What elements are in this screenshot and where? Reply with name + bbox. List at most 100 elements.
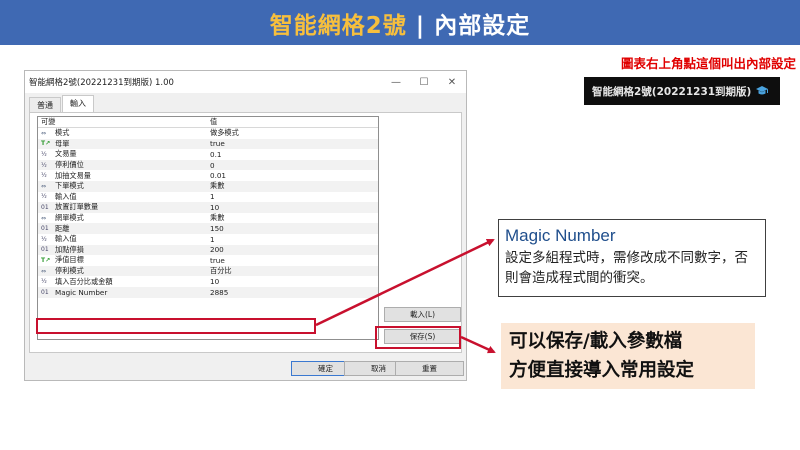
param-name: 停利價位 <box>55 160 84 170</box>
param-name: 輸入值 <box>55 191 77 201</box>
param-value[interactable]: true <box>208 256 378 265</box>
table-header: 可變 值 <box>38 117 378 128</box>
table-row[interactable]: 01 放置訂單數量 10 <box>38 202 378 213</box>
banner-title: 智能網格2號 | 內部設定 <box>270 6 530 40</box>
dialog-tabs: 普通 輸入 <box>29 95 95 113</box>
magic-number-highlight <box>36 318 316 334</box>
param-value[interactable]: true <box>208 139 378 148</box>
param-name-cell: 01 加點停損 <box>38 245 208 255</box>
table-row[interactable]: ½ 輸入值 1 <box>38 192 378 203</box>
param-value[interactable]: 乘數 <box>208 213 378 223</box>
table-row[interactable]: ⇔ 模式 做多模式 <box>38 128 378 139</box>
param-name: 淨值目標 <box>55 255 84 265</box>
table-row[interactable]: ½ 填入百分比或金額 10 <box>38 276 378 287</box>
param-type-num-icon: ½ <box>41 150 47 158</box>
close-button[interactable]: ✕ <box>438 71 466 93</box>
param-name: 停利模式 <box>55 266 84 276</box>
param-name: 模式 <box>55 128 70 138</box>
param-value[interactable]: 150 <box>208 224 378 233</box>
param-type-bool-icon: T↗ <box>41 256 51 264</box>
param-value[interactable]: 0.01 <box>208 171 378 180</box>
table-row[interactable]: ⇔ 下單模式 乘數 <box>38 180 378 192</box>
param-name-cell: ⇔ 停利模式 <box>38 266 208 276</box>
param-value[interactable]: 0.1 <box>208 150 378 159</box>
banner-title-product: 智能網格2號 <box>269 12 407 39</box>
param-type-enum-icon: ⇔ <box>41 129 47 137</box>
banner-title-section: 內部設定 <box>434 12 531 39</box>
param-type-num-icon: ½ <box>41 193 47 201</box>
param-name: Magic Number <box>55 287 108 297</box>
tab-inputs[interactable]: 輸入 <box>62 95 94 112</box>
param-value[interactable]: 0 <box>208 161 378 170</box>
param-value[interactable]: 1 <box>208 192 378 201</box>
parameters-table: 可變 值 ⇔ 模式 做多模式 T↗ 母單 true ½ 文易量 0.1 ½ 停利價位 0 ½ 加抽文易量 0… <box>37 116 379 340</box>
param-value[interactable]: 200 <box>208 245 378 254</box>
table-row[interactable]: ⇔ 停利模式 百分比 <box>38 265 378 277</box>
param-value[interactable]: 做多模式 <box>208 128 378 138</box>
param-name: 輸入值 <box>55 234 77 244</box>
table-row[interactable]: 01 Magic Number 2885 <box>38 286 378 298</box>
param-type-int-icon: 01 <box>41 288 49 296</box>
callout-line-2: 方便直接導入常用設定 <box>509 360 695 381</box>
callout-line-1: 可以保存/載入參數檔 <box>509 331 683 352</box>
param-name: 下單模式 <box>55 181 84 191</box>
table-row[interactable]: ½ 文易量 0.1 <box>38 149 378 160</box>
chart-ea-label[interactable]: 智能網格2號(20221231到期版) <box>584 77 780 105</box>
param-type-int-icon: 01 <box>41 246 49 254</box>
table-row[interactable]: T↗ 母單 true <box>38 138 378 150</box>
param-name: 加抽文易量 <box>55 170 91 180</box>
param-type-num-icon: ½ <box>41 278 47 286</box>
tab-common[interactable]: 普通 <box>29 97 61 112</box>
graduation-cap-icon <box>756 86 769 95</box>
param-type-bool-icon: T↗ <box>41 140 51 148</box>
param-name: 距離 <box>55 223 70 233</box>
column-header-value: 值 <box>210 117 218 126</box>
param-name-cell: 01 Magic Number <box>38 288 208 297</box>
save-load-callout: 可以保存/載入參數檔 方便直接導入常用設定 <box>501 323 755 389</box>
callout-body: 設定多組程式時，需修改成不同數字，否則會造成程式間的衝突。 <box>505 250 748 286</box>
param-name-cell: ½ 輸入值 <box>38 192 208 202</box>
param-name-cell: ½ 輸入值 <box>38 234 208 244</box>
param-name-cell: ⇔ 網單模式 <box>38 213 208 223</box>
param-name-cell: ½ 加抽文易量 <box>38 171 208 181</box>
param-name-cell: ½ 文易量 <box>38 149 208 159</box>
table-row[interactable]: 01 距離 150 <box>38 223 378 234</box>
param-type-num-icon: ½ <box>41 161 47 169</box>
callout-title: Magic Number <box>505 226 616 245</box>
table-row[interactable]: ⇔ 網單模式 乘數 <box>38 213 378 224</box>
table-row[interactable]: ½ 加抽文易量 0.01 <box>38 170 378 181</box>
param-type-num-icon: ½ <box>41 235 47 243</box>
title-banner: 智能網格2號 | 內部設定 <box>0 0 800 45</box>
maximize-button[interactable]: ☐ <box>410 71 438 93</box>
param-type-num-icon: ½ <box>41 172 47 180</box>
table-row[interactable]: ½ 停利價位 0 <box>38 159 378 171</box>
param-value[interactable]: 百分比 <box>208 266 378 276</box>
param-name-cell: ⇔ 下單模式 <box>38 181 208 191</box>
param-type-int-icon: 01 <box>41 225 49 233</box>
dialog-titlebar[interactable]: 智能網格2號(20221231到期版) 1.00 — ☐ ✕ <box>25 71 466 93</box>
table-row[interactable]: ½ 輸入值 1 <box>38 234 378 245</box>
table-row[interactable]: T↗ 淨值目標 true <box>38 255 378 266</box>
table-row[interactable]: 01 加點停損 200 <box>38 244 378 256</box>
parameter-rows: ⇔ 模式 做多模式 T↗ 母單 true ½ 文易量 0.1 ½ 停利價位 0 ½ 加抽文易量 0.01 ⇔ 下… <box>38 128 378 298</box>
column-header-variable: 可變 <box>41 117 56 126</box>
magic-number-callout: Magic Number 設定多組程式時，需修改成不同數字，否則會造成程式間的衝… <box>498 219 766 297</box>
param-value[interactable]: 10 <box>208 203 378 212</box>
load-button[interactable]: 載入(L) <box>384 307 461 322</box>
banner-title-separator: | <box>406 12 435 39</box>
dialog-title: 智能網格2號(20221231到期版) 1.00 <box>29 78 174 88</box>
param-value[interactable]: 2885 <box>208 288 378 297</box>
minimize-button[interactable]: — <box>382 71 410 93</box>
param-name: 放置訂單數量 <box>55 202 99 212</box>
param-value[interactable]: 乘數 <box>208 181 378 191</box>
param-name-cell: ⇔ 模式 <box>38 128 208 138</box>
param-type-enum-icon: ⇔ <box>41 214 47 222</box>
param-value[interactable]: 1 <box>208 235 378 244</box>
inputs-panel: 可變 值 ⇔ 模式 做多模式 T↗ 母單 true ½ 文易量 0.1 ½ 停利價位 0 ½ 加抽文易量 0… <box>29 112 462 353</box>
param-name: 母單 <box>55 138 70 148</box>
param-name-cell: 01 放置訂單數量 <box>38 202 208 212</box>
reset-button[interactable]: 重置 <box>395 361 464 376</box>
param-name: 加點停損 <box>55 244 84 254</box>
param-type-enum-icon: ⇔ <box>41 267 47 275</box>
param-value[interactable]: 10 <box>208 277 378 286</box>
